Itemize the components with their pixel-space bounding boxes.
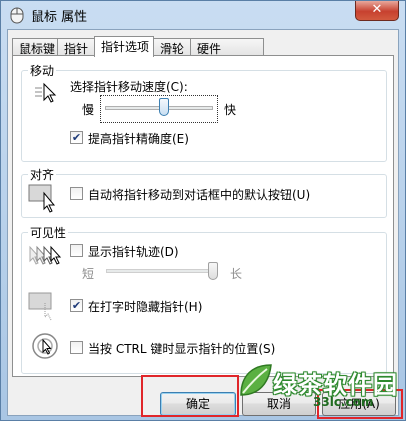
slow-label: 慢 bbox=[82, 103, 95, 117]
visibility-group: 可见性 显示指针轨迹(D) 短 长 ✔ 在打字时隐藏指针(H) 当按 CTRL … bbox=[21, 224, 387, 374]
snap-label[interactable]: 自动将指针移动到对话框中的默认按钮(U) bbox=[88, 186, 310, 203]
tab-hardware[interactable]: 硬件 bbox=[190, 38, 264, 56]
snap-to-group: 对齐 自动将指针移动到对话框中的默认按钮(U) bbox=[21, 166, 387, 218]
trails-checkbox[interactable] bbox=[70, 244, 83, 257]
leaf-logo-icon bbox=[240, 364, 272, 396]
motion-group: 移动 选择指针移动速度(C): 慢 快 ✔ 提高指针精确度(E) bbox=[21, 62, 387, 162]
mouse-icon bbox=[10, 7, 24, 24]
site-watermark: 绿茶软件园 33lc.com bbox=[229, 361, 405, 419]
watermark-domain: 33lc.com bbox=[313, 395, 374, 409]
precision-checkbox[interactable]: ✔ bbox=[70, 131, 83, 144]
visibility-group-title: 可见性 bbox=[28, 224, 69, 241]
speed-slider-thumb[interactable] bbox=[158, 98, 169, 116]
pointer-speed-icon bbox=[35, 82, 57, 103]
hide-typing-label[interactable]: 在打字时隐藏指针(H) bbox=[88, 298, 202, 315]
show-location-icon bbox=[32, 333, 58, 359]
trails-label[interactable]: 显示指针轨迹(D) bbox=[88, 243, 179, 260]
dialog-client-area: 鼠标键 指针 指针选项 滑轮 硬件 移动 选择指针移动速度(C): 慢 快 ✔ … bbox=[7, 29, 399, 416]
motion-group-title: 移动 bbox=[28, 62, 57, 79]
window-title: 鼠标 属性 bbox=[31, 10, 88, 25]
tab-pointer-options[interactable]: 指针选项 bbox=[94, 36, 154, 57]
tab-pointers[interactable]: 指针 bbox=[57, 38, 95, 56]
ctrl-location-checkbox[interactable] bbox=[70, 341, 83, 354]
close-icon: ✕ bbox=[371, 2, 383, 17]
hide-while-typing-icon bbox=[28, 292, 52, 321]
tab-wheel[interactable]: 滑轮 bbox=[153, 38, 191, 56]
ok-button-highlight bbox=[141, 375, 239, 417]
speed-slider[interactable] bbox=[100, 95, 218, 123]
tab-buttons[interactable]: 鼠标键 bbox=[12, 38, 58, 56]
hide-typing-checkbox[interactable]: ✔ bbox=[70, 299, 83, 312]
speed-label: 选择指针移动速度(C): bbox=[70, 80, 188, 94]
precision-label[interactable]: 提高指针精确度(E) bbox=[88, 130, 189, 147]
long-label: 长 bbox=[230, 267, 243, 281]
pointer-trails-icon bbox=[29, 245, 62, 265]
snap-to-default-icon bbox=[28, 184, 56, 213]
tab-panel: 移动 选择指针移动速度(C): 慢 快 ✔ 提高指针精确度(E) 对齐 自动将指… bbox=[12, 55, 394, 377]
title-bar[interactable]: 鼠标 属性 ✕ bbox=[1, 1, 405, 29]
trails-slider-track bbox=[106, 269, 218, 273]
trails-slider-thumb[interactable] bbox=[208, 262, 218, 280]
short-label: 短 bbox=[82, 267, 95, 281]
close-button[interactable]: ✕ bbox=[355, 1, 399, 21]
ctrl-location-label[interactable]: 当按 CTRL 键时显示指针的位置(S) bbox=[88, 340, 275, 357]
snap-group-title: 对齐 bbox=[28, 166, 57, 183]
mouse-properties-window: 鼠标 属性 ✕ 鼠标键 指针 指针选项 滑轮 硬件 移动 选择指针移动速度(C)… bbox=[0, 0, 406, 421]
fast-label: 快 bbox=[224, 103, 237, 117]
trails-slider[interactable] bbox=[102, 261, 226, 285]
snap-checkbox[interactable] bbox=[70, 187, 83, 200]
